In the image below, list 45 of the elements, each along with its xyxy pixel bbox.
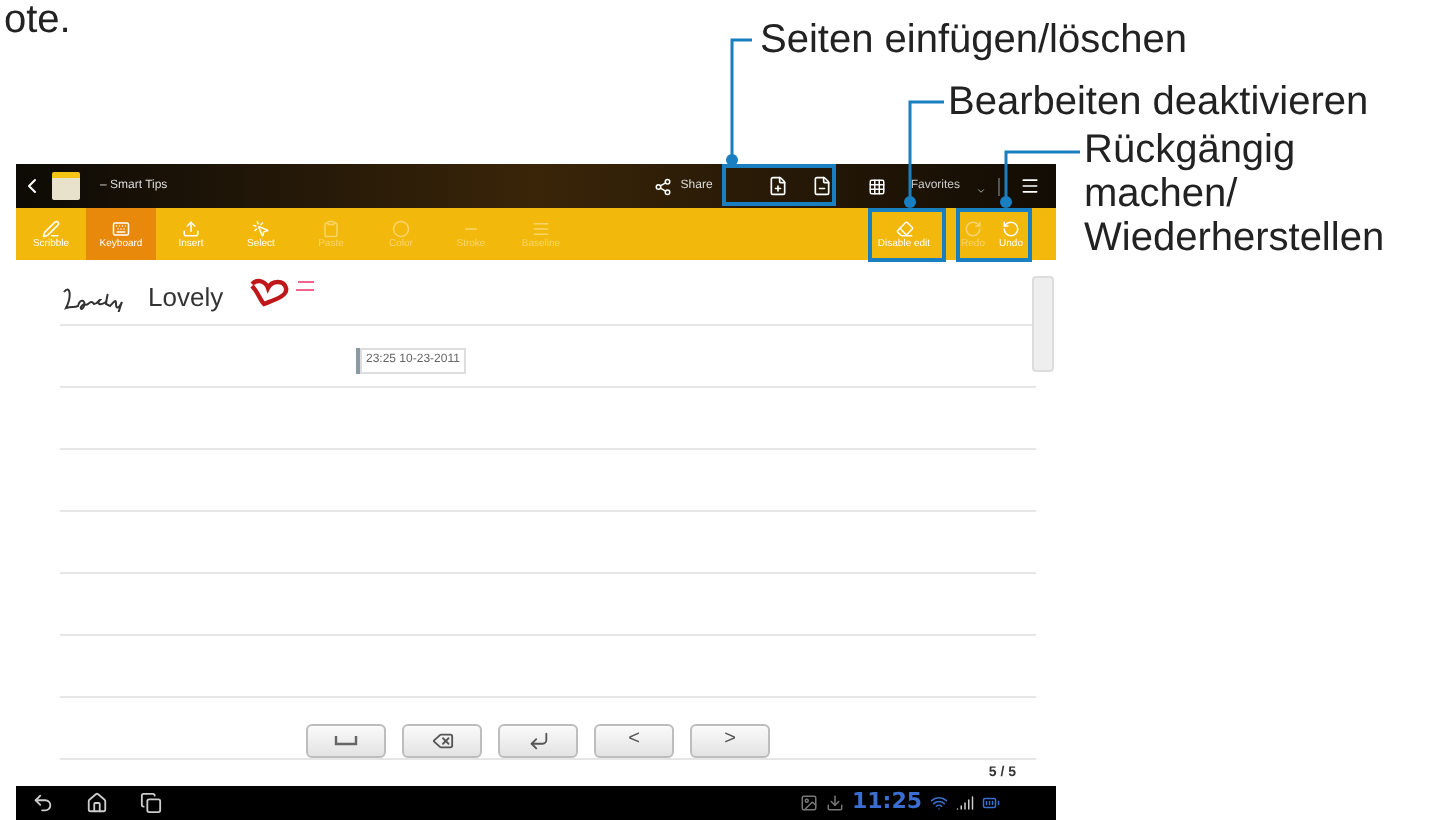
callout-label: Seiten einfügen/löschen — [760, 16, 1187, 64]
keyboard-key[interactable]: < — [594, 723, 674, 757]
keyboard-key[interactable]: > — [690, 723, 770, 757]
add-page-icon[interactable] — [768, 176, 789, 196]
eraser-icon — [895, 219, 913, 237]
lines-icon — [532, 219, 550, 237]
keyboard-icon — [112, 219, 130, 237]
handwriting-drawing — [60, 284, 128, 312]
leader-line — [1000, 150, 1080, 208]
callout-frame — [956, 208, 1032, 262]
share-icon[interactable] — [654, 177, 673, 195]
redo-icon — [964, 219, 982, 237]
callout-label: Rückgängig machen/ Wiederherstellen — [1084, 128, 1387, 260]
signal-icon — [956, 794, 974, 812]
leader-line — [726, 38, 752, 166]
enter-icon — [527, 729, 549, 751]
page-text-fragment: ote. — [4, 0, 71, 40]
typed-word: Lovely — [148, 280, 224, 317]
circle-icon — [392, 219, 410, 237]
clipboard-icon — [322, 219, 340, 237]
caret-icon — [976, 185, 986, 195]
grid-icon[interactable] — [868, 177, 887, 195]
wifi-icon — [930, 794, 948, 812]
keyboard-key[interactable] — [498, 723, 578, 757]
pen-icon — [42, 219, 60, 237]
upload-icon — [182, 219, 200, 237]
recent-apps-icon[interactable] — [140, 792, 162, 814]
delete-page-icon[interactable] — [812, 176, 833, 196]
download-icon — [825, 794, 844, 812]
keyboard-key[interactable] — [306, 723, 386, 757]
space-icon — [334, 735, 358, 745]
undo-icon — [1002, 219, 1020, 237]
battery-icon — [982, 794, 1000, 812]
image-icon — [799, 794, 818, 812]
clock: 11:25 — [851, 786, 922, 819]
keyboard-key[interactable] — [402, 723, 482, 757]
scrollbar[interactable] — [1032, 276, 1054, 372]
backspace-icon — [431, 729, 453, 751]
callout-frame — [722, 164, 836, 206]
menu-icon[interactable] — [1020, 176, 1040, 196]
callout-label: Bearbeiten deaktivieren — [948, 78, 1369, 126]
callout-frame — [868, 208, 946, 262]
pointer-icon — [252, 219, 270, 237]
home-icon[interactable] — [86, 792, 108, 814]
back-icon[interactable] — [32, 792, 54, 814]
